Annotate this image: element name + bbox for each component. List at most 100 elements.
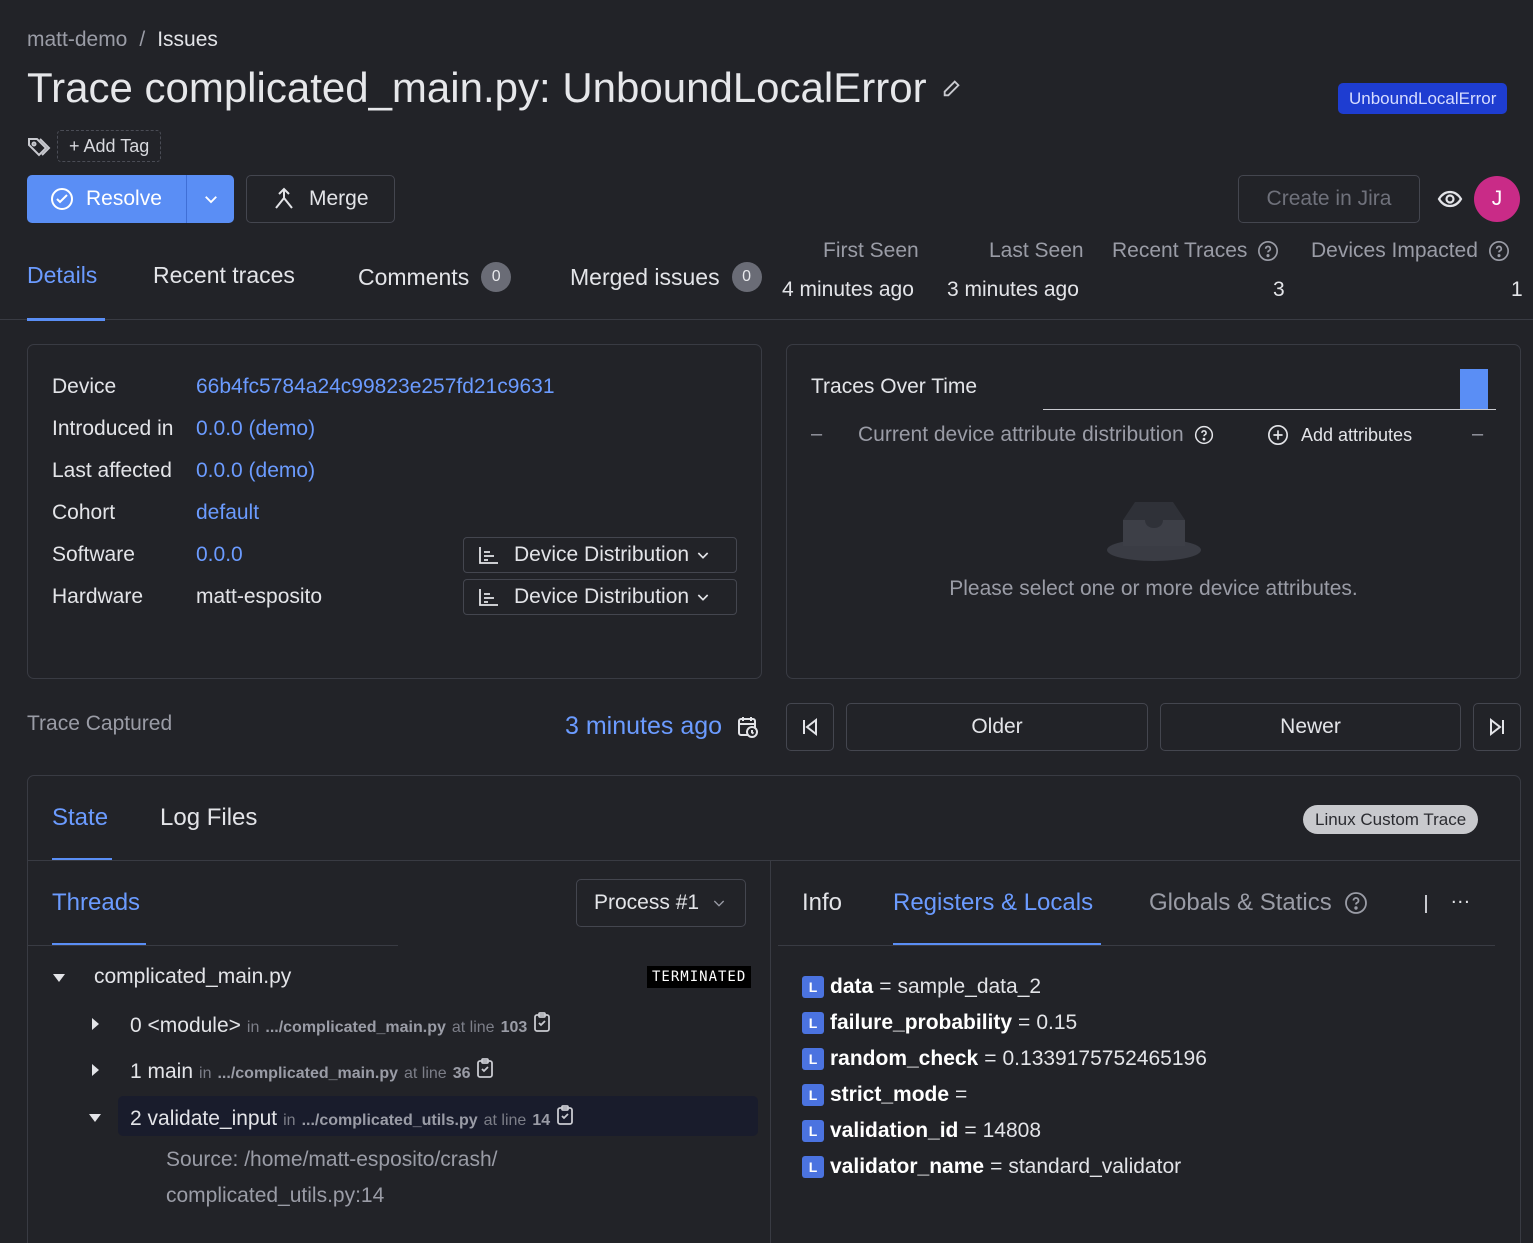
frame-at: at line: [483, 1112, 527, 1129]
recent-traces-stat: Recent Traces: [1112, 239, 1279, 263]
more-tabs-button[interactable]: ...: [1451, 886, 1471, 909]
software-distribution-button[interactable]: Device Distribution: [463, 537, 737, 573]
stack-frame[interactable]: 1 main in .../complicated_main.py at lin…: [130, 1058, 494, 1084]
cohort-link[interactable]: default: [196, 501, 259, 525]
chevron-down-icon: [695, 589, 711, 605]
right-tabs-divider: [778, 945, 1495, 946]
variable-name[interactable]: validation_id: [830, 1119, 958, 1143]
last-seen-value: 3 minutes ago: [947, 278, 1079, 301]
newer-button[interactable]: Newer: [1160, 703, 1461, 751]
tab-state[interactable]: State: [52, 804, 108, 832]
first-trace-button[interactable]: [786, 703, 834, 751]
sparkline-bar[interactable]: [1460, 369, 1488, 409]
tab-comments[interactable]: Comments 0: [358, 262, 512, 292]
copy-icon[interactable]: [476, 1058, 494, 1078]
resolve-button[interactable]: Resolve: [27, 175, 234, 223]
variable-name[interactable]: strict_mode: [830, 1083, 949, 1107]
collapse-right-dash[interactable]: –: [1472, 423, 1483, 446]
stack-frame-selected[interactable]: 2 validate_input in .../complicated_util…: [130, 1105, 574, 1131]
process-select-value: Process #1: [594, 891, 700, 914]
introduced-version-link[interactable]: 0.0.0 (demo): [196, 417, 315, 441]
tab-log-files[interactable]: Log Files: [160, 804, 257, 832]
variable-value: 0.15: [1036, 1011, 1078, 1034]
source-path-continued: complicated_utils.py:14: [166, 1184, 385, 1207]
active-tab-indicator: [27, 318, 105, 321]
local-badge: L: [802, 1048, 824, 1070]
plus-circle-icon: [1267, 424, 1289, 446]
variable-name[interactable]: failure_probability: [830, 1011, 1012, 1035]
first-seen-label: First Seen: [823, 239, 919, 262]
first-seen-value: 4 minutes ago: [782, 278, 914, 301]
older-button[interactable]: Older: [846, 703, 1148, 751]
local-badge: L: [802, 1120, 824, 1142]
frame-file: .../complicated_utils.py: [301, 1112, 478, 1129]
local-badge: L: [802, 1156, 824, 1178]
attribute-distribution-label: Current device attribute distribution: [858, 423, 1184, 446]
software-label: Software: [52, 543, 135, 566]
create-jira-button[interactable]: Create in Jira: [1238, 175, 1420, 223]
edit-icon[interactable]: [941, 77, 963, 99]
resolve-dropdown-button[interactable]: [187, 175, 234, 223]
help-icon[interactable]: [1344, 891, 1368, 915]
software-version-link[interactable]: 0.0.0: [196, 543, 243, 567]
tab-threads[interactable]: Threads: [52, 889, 140, 917]
tab-info[interactable]: Info: [802, 889, 842, 917]
collapse-left-dash[interactable]: –: [811, 423, 822, 446]
resolve-label: Resolve: [86, 187, 162, 210]
tab-details[interactable]: Details: [27, 262, 97, 289]
tab-recent-traces[interactable]: Recent traces: [153, 262, 295, 289]
hardware-distribution-button[interactable]: Device Distribution: [463, 579, 737, 615]
variable-name[interactable]: data: [830, 975, 873, 999]
tab-label: Merged issues: [570, 263, 720, 290]
frame-file: .../complicated_main.py: [217, 1065, 398, 1082]
breadcrumb-project[interactable]: matt-demo: [27, 28, 127, 52]
skip-forward-icon: [1487, 717, 1507, 737]
copy-icon[interactable]: [533, 1012, 551, 1032]
device-label: Device: [52, 375, 117, 398]
equals-sign: =: [1018, 1011, 1031, 1034]
equals-sign: =: [879, 975, 892, 998]
variable-value: sample_data_2: [897, 975, 1042, 998]
process-select[interactable]: Process #1: [576, 879, 746, 927]
caret-right-icon[interactable]: [90, 1063, 100, 1077]
last-trace-button[interactable]: [1473, 703, 1521, 751]
cohort-label: Cohort: [52, 501, 116, 524]
device-id-link[interactable]: 66b4fc5784a24c99823e257fd21c9631: [196, 375, 555, 399]
frame-line: 103: [500, 1019, 528, 1036]
tab-merged-issues[interactable]: Merged issues 0: [570, 262, 762, 292]
copy-icon[interactable]: [556, 1105, 574, 1125]
page-title-text: Trace complicated_main.py: UnboundLocalE…: [27, 64, 927, 111]
hardware-value: matt-esposito: [196, 585, 323, 608]
avatar[interactable]: J: [1474, 176, 1520, 222]
help-icon[interactable]: [1194, 425, 1214, 445]
tab-registers-locals[interactable]: Registers & Locals: [893, 889, 1093, 917]
merge-icon: [273, 187, 295, 211]
frame-name: 0 <module>: [130, 1014, 241, 1037]
caret-down-icon[interactable]: [88, 1112, 102, 1124]
thread-name[interactable]: complicated_main.py: [94, 965, 291, 989]
variable-name[interactable]: validator_name: [830, 1155, 984, 1179]
eye-icon[interactable]: [1437, 187, 1463, 211]
help-icon[interactable]: [1488, 240, 1510, 262]
help-icon[interactable]: [1257, 240, 1279, 262]
last-affected-version-link[interactable]: 0.0.0 (demo): [196, 459, 315, 483]
bar-chart-icon: [478, 587, 500, 607]
merge-button[interactable]: Merge: [246, 175, 395, 223]
attribute-distribution-header: Current device attribute distribution: [858, 423, 1214, 447]
caret-down-icon[interactable]: [52, 972, 66, 984]
add-tag-button[interactable]: + Add Tag: [57, 130, 162, 162]
frame-in: in: [199, 1065, 212, 1082]
trace-captured-time[interactable]: 3 minutes ago: [565, 712, 760, 741]
caret-right-icon[interactable]: [90, 1017, 100, 1031]
add-attributes-button[interactable]: Add attributes: [1267, 424, 1412, 446]
equals-sign: =: [955, 1083, 968, 1106]
breadcrumb-current[interactable]: Issues: [157, 28, 218, 52]
variable-name[interactable]: random_check: [830, 1047, 978, 1071]
threads-divider: [28, 945, 398, 946]
sparkline-axis: [1043, 409, 1496, 410]
stack-frame[interactable]: 0 <module> in .../complicated_main.py at…: [130, 1012, 551, 1038]
devices-impacted-label: Devices Impacted: [1311, 239, 1478, 262]
tab-globals-statics[interactable]: Globals & Statics: [1149, 889, 1368, 917]
local-badge: L: [802, 1084, 824, 1106]
frame-at: at line: [451, 1019, 495, 1036]
